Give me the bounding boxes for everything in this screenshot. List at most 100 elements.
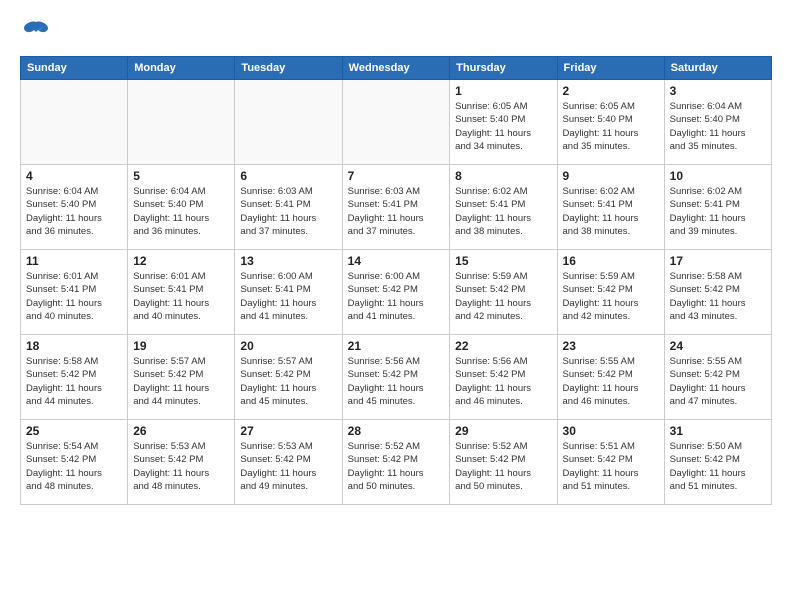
day-info: Sunrise: 5:56 AM Sunset: 5:42 PM Dayligh… (455, 355, 551, 408)
calendar-cell: 28 Sunrise: 5:52 AM Sunset: 5:42 PM Dayli… (342, 420, 450, 505)
day-number: 26 (133, 424, 229, 438)
calendar-cell: 31 Sunrise: 5:50 AM Sunset: 5:42 PM Dayli… (664, 420, 771, 505)
calendar-cell: 21 Sunrise: 5:56 AM Sunset: 5:42 PM Dayli… (342, 335, 450, 420)
calendar-cell: 22 Sunrise: 5:56 AM Sunset: 5:42 PM Dayli… (450, 335, 557, 420)
calendar-cell: 16 Sunrise: 5:59 AM Sunset: 5:42 PM Dayli… (557, 250, 664, 335)
day-number: 5 (133, 169, 229, 183)
calendar-cell: 9Sunrise: 6:02 AM Sunset: 5:41 PM Daylig… (557, 165, 664, 250)
day-number: 1 (455, 84, 551, 98)
day-info: Sunrise: 5:53 AM Sunset: 5:42 PM Dayligh… (240, 440, 336, 493)
day-header-wednesday: Wednesday (342, 57, 450, 80)
calendar-cell: 24Sunrise: 5:55 AM Sunset: 5:42 PM Dayli… (664, 335, 771, 420)
calendar-cell: 18 Sunrise: 5:58 AM Sunset: 5:42 PM Dayli… (21, 335, 128, 420)
calendar-cell: 19Sunrise: 5:57 AM Sunset: 5:42 PM Dayli… (128, 335, 235, 420)
day-header-tuesday: Tuesday (235, 57, 342, 80)
day-info: Sunrise: 6:05 AM Sunset: 5:40 PM Dayligh… (455, 100, 551, 153)
calendar-cell: 23 Sunrise: 5:55 AM Sunset: 5:42 PM Dayli… (557, 335, 664, 420)
day-number: 10 (670, 169, 766, 183)
day-info: Sunrise: 5:56 AM Sunset: 5:42 PM Dayligh… (348, 355, 445, 408)
day-info: Sunrise: 6:04 AM Sunset: 5:40 PM Dayligh… (26, 185, 122, 238)
day-info: Sunrise: 5:58 AM Sunset: 5:42 PM Dayligh… (26, 355, 122, 408)
day-number: 3 (670, 84, 766, 98)
day-number: 7 (348, 169, 445, 183)
day-number: 23 (563, 339, 659, 353)
day-info: Sunrise: 6:03 AM Sunset: 5:41 PM Dayligh… (348, 185, 445, 238)
day-info: Sunrise: 6:00 AM Sunset: 5:42 PM Dayligh… (348, 270, 445, 323)
day-number: 30 (563, 424, 659, 438)
day-info: Sunrise: 5:53 AM Sunset: 5:42 PM Dayligh… (133, 440, 229, 493)
day-info: Sunrise: 5:59 AM Sunset: 5:42 PM Dayligh… (455, 270, 551, 323)
calendar-cell: 12 Sunrise: 6:01 AM Sunset: 5:41 PM Dayli… (128, 250, 235, 335)
week-row-3: 11 Sunrise: 6:01 AM Sunset: 5:41 PM Dayli… (21, 250, 772, 335)
week-row-5: 25 Sunrise: 5:54 AM Sunset: 5:42 PM Dayli… (21, 420, 772, 505)
day-header-thursday: Thursday (450, 57, 557, 80)
day-number: 27 (240, 424, 336, 438)
calendar-cell: 2Sunrise: 6:05 AM Sunset: 5:40 PM Daylig… (557, 80, 664, 165)
calendar-cell: 29Sunrise: 5:52 AM Sunset: 5:42 PM Dayli… (450, 420, 557, 505)
calendar-cell: 8 Sunrise: 6:02 AM Sunset: 5:41 PM Daylig… (450, 165, 557, 250)
day-info: Sunrise: 5:52 AM Sunset: 5:42 PM Dayligh… (348, 440, 445, 493)
day-info: Sunrise: 5:50 AM Sunset: 5:42 PM Dayligh… (670, 440, 766, 493)
day-info: Sunrise: 6:00 AM Sunset: 5:41 PM Dayligh… (240, 270, 336, 323)
day-number: 16 (563, 254, 659, 268)
calendar-cell (342, 80, 450, 165)
day-header-saturday: Saturday (664, 57, 771, 80)
calendar-cell: 30Sunrise: 5:51 AM Sunset: 5:42 PM Dayli… (557, 420, 664, 505)
calendar-cell (21, 80, 128, 165)
page-header (20, 20, 772, 46)
calendar-cell: 6 Sunrise: 6:03 AM Sunset: 5:41 PM Daylig… (235, 165, 342, 250)
day-info: Sunrise: 5:54 AM Sunset: 5:42 PM Dayligh… (26, 440, 122, 493)
day-info: Sunrise: 6:03 AM Sunset: 5:41 PM Dayligh… (240, 185, 336, 238)
day-number: 4 (26, 169, 122, 183)
day-number: 15 (455, 254, 551, 268)
day-number: 8 (455, 169, 551, 183)
calendar-cell: 20 Sunrise: 5:57 AM Sunset: 5:42 PM Dayli… (235, 335, 342, 420)
week-row-2: 4 Sunrise: 6:04 AM Sunset: 5:40 PM Daylig… (21, 165, 772, 250)
day-info: Sunrise: 5:55 AM Sunset: 5:42 PM Dayligh… (563, 355, 659, 408)
calendar-cell (128, 80, 235, 165)
calendar-cell: 7 Sunrise: 6:03 AM Sunset: 5:41 PM Daylig… (342, 165, 450, 250)
calendar-cell: 25 Sunrise: 5:54 AM Sunset: 5:42 PM Dayli… (21, 420, 128, 505)
calendar-cell: 4 Sunrise: 6:04 AM Sunset: 5:40 PM Daylig… (21, 165, 128, 250)
day-info: Sunrise: 6:02 AM Sunset: 5:41 PM Dayligh… (455, 185, 551, 238)
day-number: 31 (670, 424, 766, 438)
calendar-cell: 10 Sunrise: 6:02 AM Sunset: 5:41 PM Dayli… (664, 165, 771, 250)
day-number: 19 (133, 339, 229, 353)
day-info: Sunrise: 6:02 AM Sunset: 5:41 PM Dayligh… (563, 185, 659, 238)
day-number: 22 (455, 339, 551, 353)
day-info: Sunrise: 6:04 AM Sunset: 5:40 PM Dayligh… (133, 185, 229, 238)
week-row-4: 18 Sunrise: 5:58 AM Sunset: 5:42 PM Dayli… (21, 335, 772, 420)
day-info: Sunrise: 6:01 AM Sunset: 5:41 PM Dayligh… (133, 270, 229, 323)
day-number: 13 (240, 254, 336, 268)
calendar-table: SundayMondayTuesdayWednesdayThursdayFrid… (20, 56, 772, 505)
day-number: 17 (670, 254, 766, 268)
day-info: Sunrise: 6:02 AM Sunset: 5:41 PM Dayligh… (670, 185, 766, 238)
day-number: 6 (240, 169, 336, 183)
calendar-cell: 1 Sunrise: 6:05 AM Sunset: 5:40 PM Daylig… (450, 80, 557, 165)
day-info: Sunrise: 6:04 AM Sunset: 5:40 PM Dayligh… (670, 100, 766, 153)
day-info: Sunrise: 6:01 AM Sunset: 5:41 PM Dayligh… (26, 270, 122, 323)
day-number: 28 (348, 424, 445, 438)
day-number: 14 (348, 254, 445, 268)
calendar-cell: 13 Sunrise: 6:00 AM Sunset: 5:41 PM Dayli… (235, 250, 342, 335)
day-number: 21 (348, 339, 445, 353)
calendar-cell: 14 Sunrise: 6:00 AM Sunset: 5:42 PM Dayli… (342, 250, 450, 335)
day-number: 29 (455, 424, 551, 438)
day-number: 11 (26, 254, 122, 268)
calendar-cell: 3 Sunrise: 6:04 AM Sunset: 5:40 PM Daylig… (664, 80, 771, 165)
week-row-1: 1 Sunrise: 6:05 AM Sunset: 5:40 PM Daylig… (21, 80, 772, 165)
calendar-cell: 11 Sunrise: 6:01 AM Sunset: 5:41 PM Dayli… (21, 250, 128, 335)
day-number: 25 (26, 424, 122, 438)
day-info: Sunrise: 5:59 AM Sunset: 5:42 PM Dayligh… (563, 270, 659, 323)
day-info: Sunrise: 5:58 AM Sunset: 5:42 PM Dayligh… (670, 270, 766, 323)
day-number: 18 (26, 339, 122, 353)
day-number: 12 (133, 254, 229, 268)
day-number: 20 (240, 339, 336, 353)
day-header-monday: Monday (128, 57, 235, 80)
calendar-cell: 26 Sunrise: 5:53 AM Sunset: 5:42 PM Dayli… (128, 420, 235, 505)
calendar-cell: 27 Sunrise: 5:53 AM Sunset: 5:42 PM Dayli… (235, 420, 342, 505)
day-info: Sunrise: 6:05 AM Sunset: 5:40 PM Dayligh… (563, 100, 659, 153)
day-info: Sunrise: 5:57 AM Sunset: 5:42 PM Dayligh… (240, 355, 336, 408)
logo (20, 20, 50, 46)
calendar-cell (235, 80, 342, 165)
